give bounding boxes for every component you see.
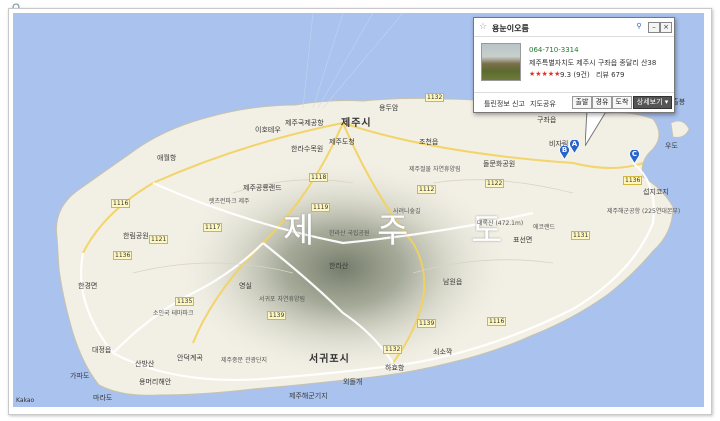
favorite-star-icon[interactable]: ☆ xyxy=(479,22,487,32)
minimize-button[interactable]: – xyxy=(648,22,660,33)
road-number: 1119 xyxy=(311,203,331,212)
road-number: 1117 xyxy=(203,223,223,232)
road-number: 1136 xyxy=(623,176,643,185)
place-label: 제주중문 관광단지 xyxy=(221,357,268,364)
place-thumbnail[interactable] xyxy=(481,43,521,81)
place-label: 한라산 xyxy=(329,262,349,270)
place-label: 하효항 xyxy=(385,364,405,372)
place-label: 쇠소깍 xyxy=(433,348,453,356)
share-map-link[interactable]: 지도공유 xyxy=(530,99,556,109)
map-marker-b[interactable]: B xyxy=(559,144,570,161)
place-label: 이호테우 xyxy=(255,126,281,134)
place-label: 마라도 xyxy=(93,394,113,402)
place-label: 남원읍 xyxy=(443,278,463,286)
place-label: 용머리해안 xyxy=(139,378,172,386)
divider xyxy=(474,36,674,37)
road-number: 1139 xyxy=(267,311,287,320)
close-button[interactable]: × xyxy=(660,22,672,33)
place-label: 대록산 (472.1m) xyxy=(477,220,524,227)
road-number: 1116 xyxy=(111,199,131,208)
place-label: 한라수목원 xyxy=(291,145,324,153)
marker-letter: A xyxy=(571,140,578,148)
place-label: 한경면 xyxy=(78,282,98,290)
place-label: 소인국 테마파크 xyxy=(153,310,194,317)
popup-title: 용눈이오름 xyxy=(492,24,529,33)
review-link[interactable]: 리뷰 679 xyxy=(596,70,624,80)
road-number: 1121 xyxy=(149,235,169,244)
marker-letter: B xyxy=(561,146,568,154)
place-label: 사려니숲길 xyxy=(393,208,421,215)
place-label: 산방산 xyxy=(135,360,155,368)
map-attribution: Kakao xyxy=(16,397,35,404)
marker-letter: C xyxy=(631,150,638,158)
road-number: 1118 xyxy=(309,173,329,182)
road-number: 1139 xyxy=(417,319,437,328)
place-label: 외돌개 xyxy=(343,378,363,386)
place-label: 표선면 xyxy=(513,236,533,244)
location-pin-icon[interactable]: ⚲ xyxy=(634,22,644,31)
place-label: 제주해군기지 xyxy=(289,392,328,400)
road-number: 1135 xyxy=(175,297,195,306)
place-label: 가파도 xyxy=(70,372,90,380)
arrive-button[interactable]: 도착 xyxy=(612,96,632,109)
divider xyxy=(474,92,674,93)
place-label: 한라산 국립공원 xyxy=(329,230,370,237)
road-number: 1131 xyxy=(571,231,591,240)
road-number: 1132 xyxy=(383,345,403,354)
place-label: 에코랜드 xyxy=(533,224,556,231)
rating-value: 9.3 (9건) xyxy=(560,71,590,79)
map-marker-a[interactable]: A xyxy=(569,138,580,155)
address-text: 제주특별자치도 제주시 구좌읍 종달리 산38 xyxy=(529,59,657,67)
place-label: 대정읍 xyxy=(92,346,112,354)
rating-stars: ★★★★★ xyxy=(529,70,561,78)
place-label: 돌문화공원 xyxy=(483,160,516,168)
road-number: 1132 xyxy=(425,93,445,102)
place-label: 한림공원 xyxy=(123,232,149,240)
place-label: 서귀포 자연휴양림 xyxy=(259,296,306,303)
place-label: 구좌읍 xyxy=(537,116,557,124)
detail-button[interactable]: 상세보기 ▾ xyxy=(633,96,672,109)
road-number: 1112 xyxy=(417,185,437,194)
place-label: 섭지코지 xyxy=(643,188,669,196)
road-number: 1116 xyxy=(487,317,507,326)
place-info-popup: ☆ 용눈이오름 ⚲ – × 064-710-3314 제주특별자치도 제주시 구… xyxy=(473,17,675,113)
place-label: 렛츠런파크 제주 xyxy=(209,198,250,205)
road-number: 1136 xyxy=(113,251,133,260)
report-error-link[interactable]: 틀린정보 신고 xyxy=(484,99,525,109)
place-label: 영실 xyxy=(239,282,252,290)
place-label: 제주절물 자연휴양림 xyxy=(409,166,461,173)
place-label: 제주도청 xyxy=(329,138,355,146)
depart-button[interactable]: 출발 xyxy=(572,96,592,109)
phone-number: 064-710-3314 xyxy=(529,46,579,54)
place-label: 우도 xyxy=(665,142,678,150)
place-label: 조천읍 xyxy=(419,138,439,146)
map-marker-c[interactable]: C xyxy=(629,148,640,165)
place-label: 제주국제공항 xyxy=(285,119,324,127)
popup-pointer xyxy=(585,110,608,146)
place-label: 안덕계곡 xyxy=(177,354,203,362)
city-jeju-si: 제주시 xyxy=(341,118,372,129)
road-number: 1122 xyxy=(485,179,505,188)
city-seogwipo-si: 서귀포시 xyxy=(309,354,350,365)
via-button[interactable]: 경유 xyxy=(592,96,612,109)
place-label: 애월항 xyxy=(157,154,177,162)
place-label: 제주해군공항 (225연대본부) xyxy=(607,208,681,215)
place-label: 제주공룡랜드 xyxy=(243,184,282,192)
place-label: 용두암 xyxy=(379,104,399,112)
